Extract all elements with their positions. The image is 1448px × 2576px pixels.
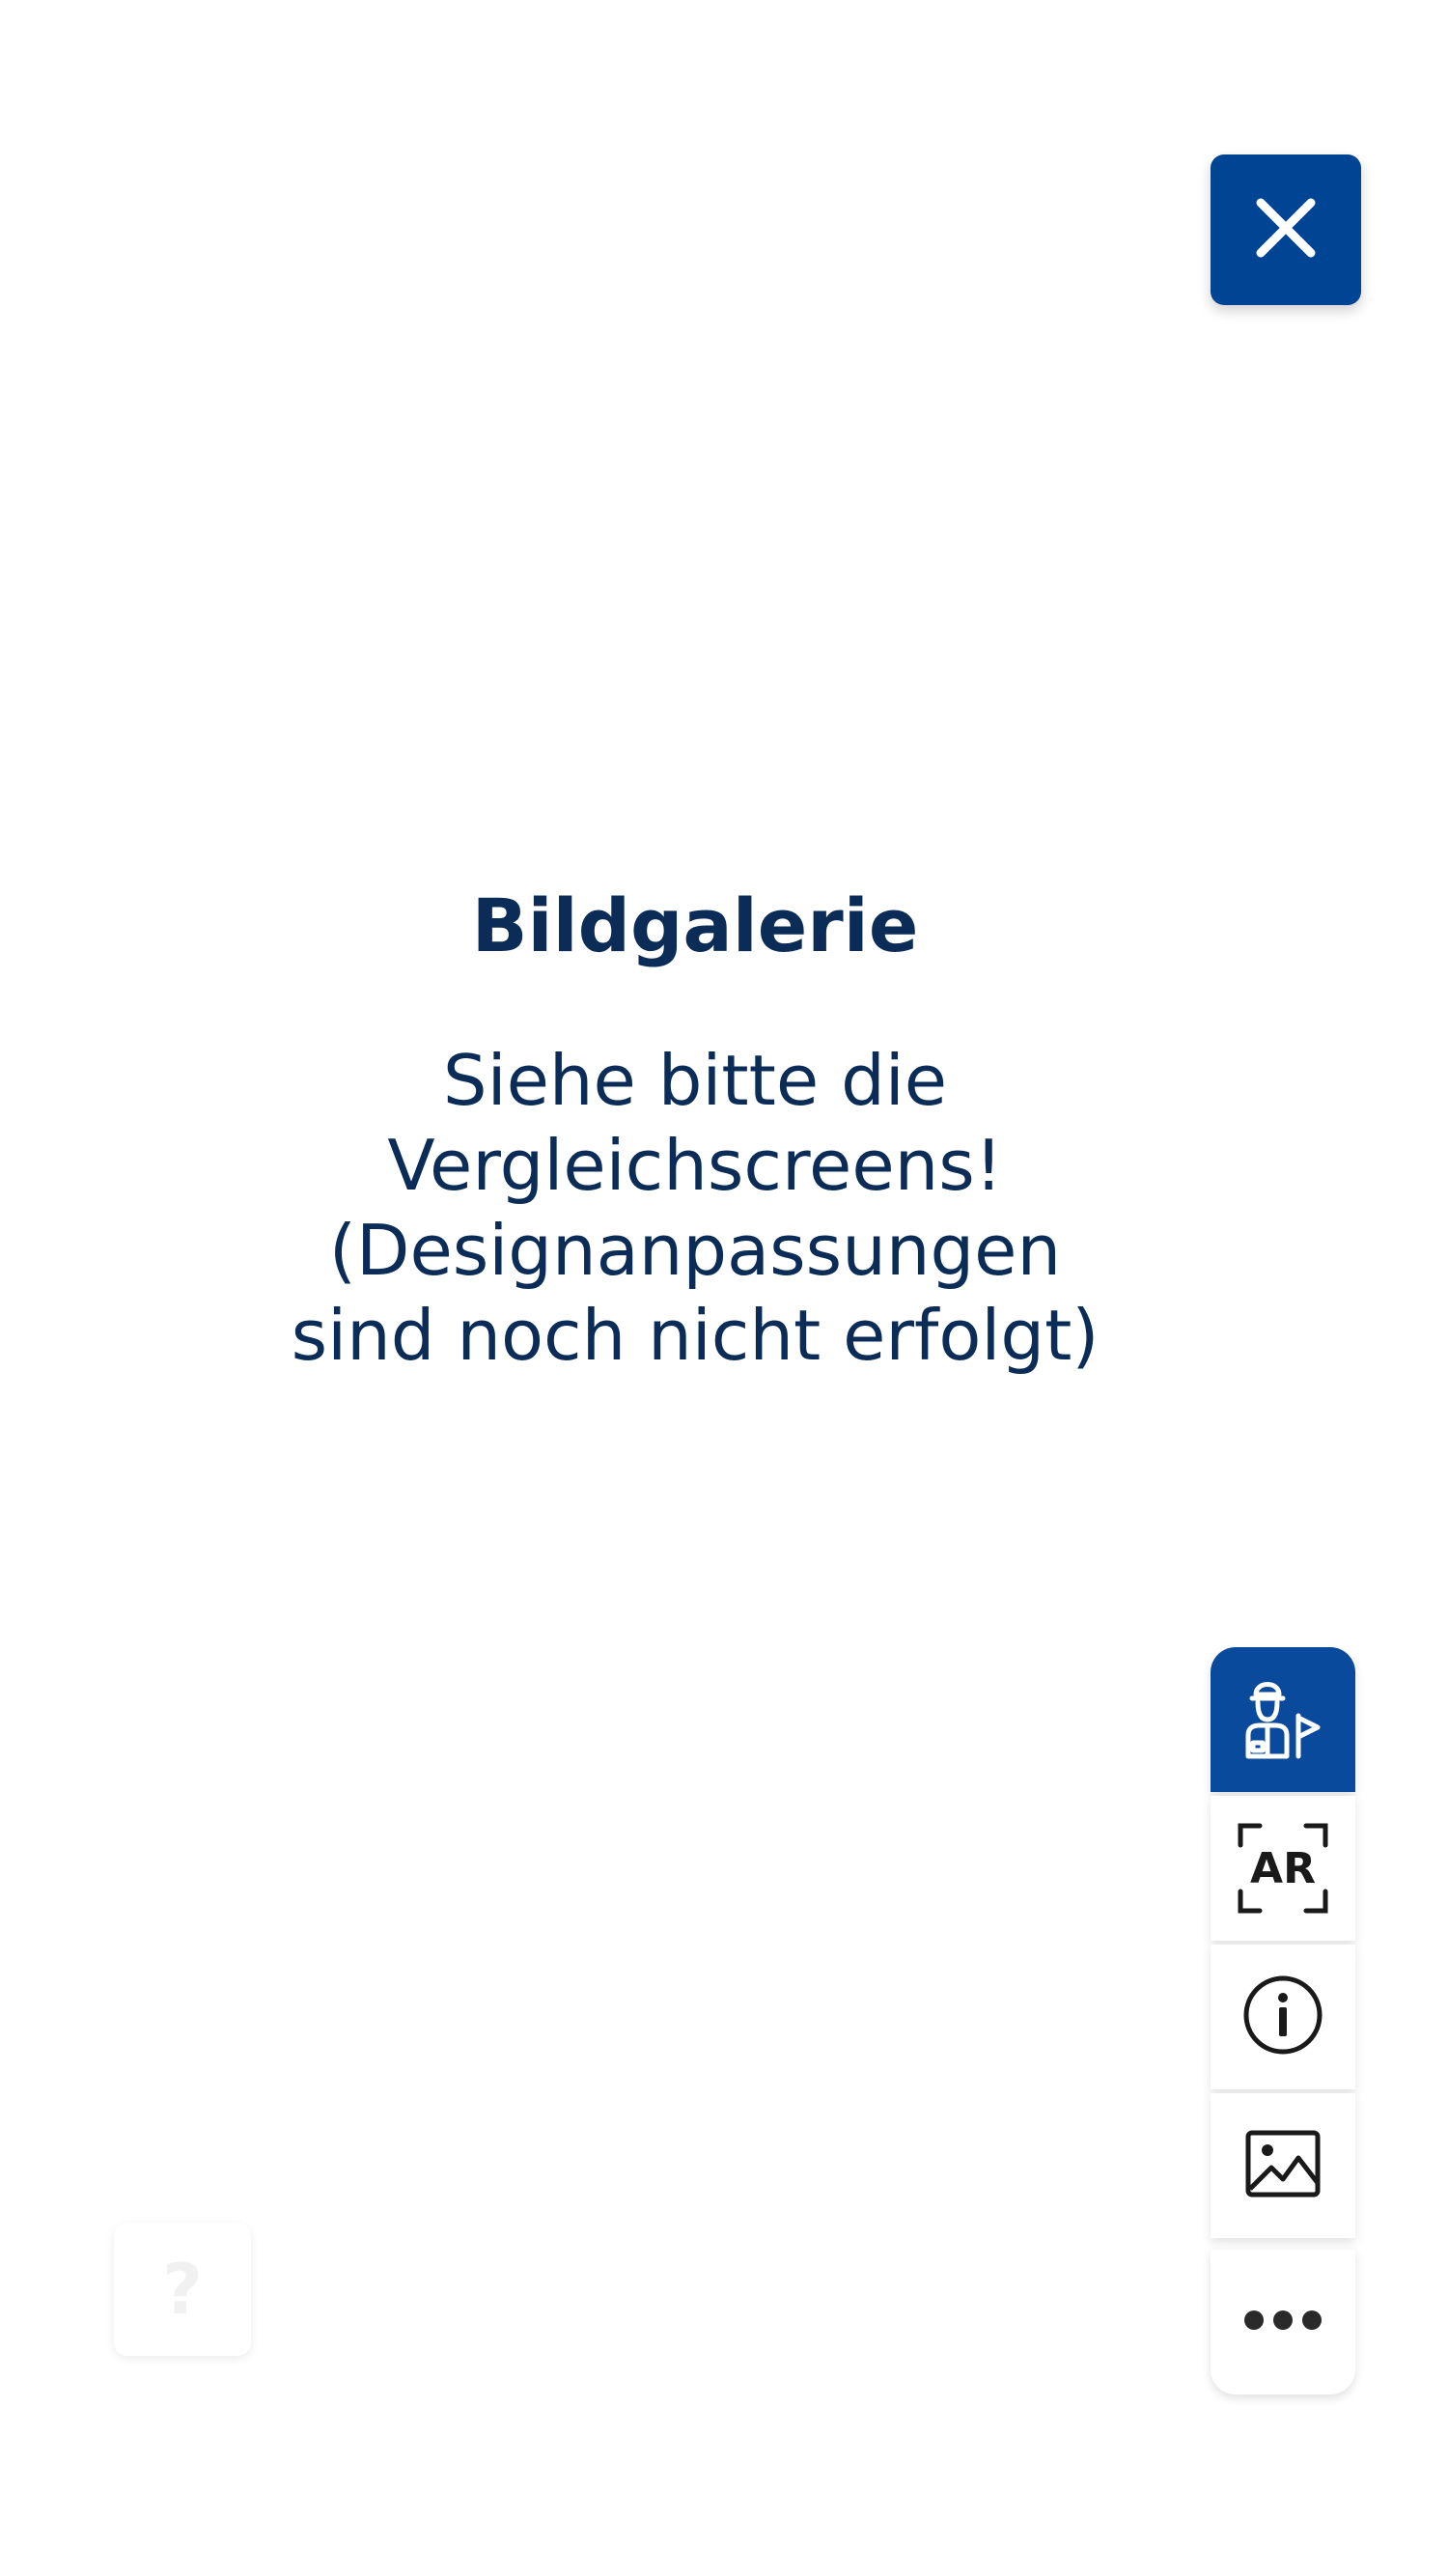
info-icon [1240,1973,1325,2061]
ar-button[interactable]: AR [1211,1796,1355,1941]
gallery-title: Bildgalerie [471,882,919,968]
help-label: ? [162,2249,203,2330]
close-button[interactable] [1211,154,1361,305]
message-line: sind noch nicht erfolgt) [291,1295,1100,1376]
help-button[interactable]: ? [114,2223,251,2356]
gallery-message: Siehe bitte die Vergleichscreens! (Desig… [261,1038,1129,1378]
tour-guide-icon [1242,1673,1323,1766]
image-icon [1244,2129,1322,2202]
more-icon [1242,2309,1323,2336]
message-line: Vergleichscreens! [387,1125,1003,1206]
close-icon [1251,193,1321,266]
tour-guide-button[interactable] [1211,1647,1355,1792]
side-toolbar: AR [1211,1647,1355,2398]
more-button[interactable] [1211,2250,1355,2394]
ar-label: AR [1250,1843,1316,1893]
message-line: (Designanpassungen [328,1210,1062,1291]
info-button[interactable] [1211,1945,1355,2089]
image-gallery-button[interactable] [1211,2093,1355,2238]
ar-icon: AR [1237,1822,1329,1915]
gallery-placeholder: Bildgalerie Siehe bitte die Vergleichscr… [145,874,1245,1378]
message-line: Siehe bitte die [442,1040,948,1121]
